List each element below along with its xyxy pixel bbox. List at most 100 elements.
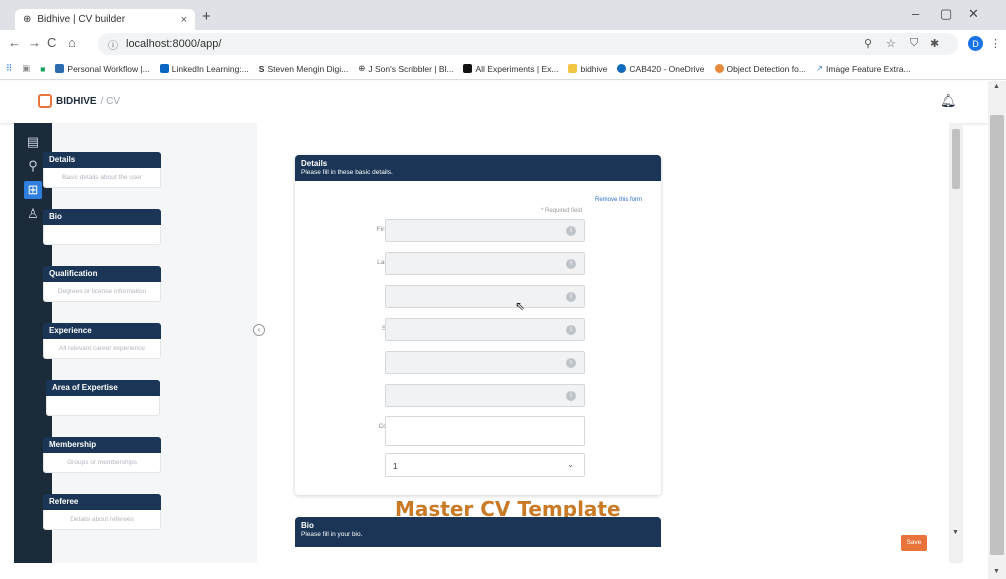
last-name-input[interactable]: i [385,252,585,275]
bookmark-favicon [159,64,169,73]
globe-icon: ⊕ [23,14,32,25]
main-canvas: Details Please fill in these basic detai… [257,123,949,563]
bookmark-icon-2[interactable]: ■ [40,64,45,74]
section-title: Referee [43,494,161,510]
section-title: Details [43,152,161,168]
bookmark-favicon [463,64,473,73]
section-card-qualification[interactable]: Qualification Degrees or license informa… [43,266,161,302]
section-desc: Details about referees [43,510,161,530]
info-icon: i [566,391,576,401]
bookmark-icon-1[interactable]: ▣ [22,63,30,74]
section-card-expertise[interactable]: Area of Expertise [46,380,160,416]
user-icon[interactable]: ♙ [24,205,42,223]
cloud-icon [617,64,627,73]
zoom-icon[interactable]: ⚲ [864,37,872,50]
bookmark-favicon: S [258,63,265,74]
info-icon: i [566,259,576,269]
puzzle-extension-icon[interactable]: ✱ [930,37,939,50]
section-card-membership[interactable]: Membership Groups or memberships [43,437,161,473]
profile-avatar[interactable]: D [968,36,983,51]
app-header: BIDHIVE / CV 🔔︎ [0,81,988,123]
amount-select[interactable]: 1 ⌄ [385,453,585,477]
section-title: Bio [43,209,161,225]
tab-title: Bidhive | CV builder [37,14,126,25]
minimize-button[interactable]: – [912,6,919,21]
browser-toolbar: ← → C ⌂ ⓘ localhost:8000/app/ ⚲ ☆ ⛉ ✱ ⋮ [0,30,1006,58]
collapse-panel-button[interactable]: ‹ [253,324,265,336]
bookmarks-bar: ⠿ ▣ ■ Personal Workflow |... LinkedIn Le… [0,58,1006,80]
star-icon[interactable]: ☆ [886,37,896,50]
section-card-experience[interactable]: Experience All relevant career experienc… [43,323,161,359]
info-icon: i [566,358,576,368]
back-arrow-icon[interactable]: ← [8,35,21,50]
comments-textarea[interactable] [385,416,585,446]
start-date-input[interactable]: i [385,318,585,341]
bookmark-favicon [55,64,65,73]
chart-icon: ↗ [815,63,824,73]
globe-icon: ⊕ [358,63,366,73]
inner-scrollbar[interactable] [949,123,963,563]
menu-dots-icon[interactable]: ⋮ [990,37,1001,50]
mouse-cursor-icon: ⇖ [515,299,526,313]
details-form-card: Details Please fill in these basic detai… [295,155,661,495]
section-card-bio[interactable]: Bio [43,209,161,245]
bookmark-item[interactable]: CAB420 - OneDrive [617,64,705,74]
layout-icon[interactable]: ⊞ [24,181,42,199]
brand-logo[interactable]: BIDHIVE / CV [38,94,120,108]
role-input[interactable]: i [385,285,585,308]
bookmark-item[interactable]: LinkedIn Learning:... [159,64,249,74]
bookmark-item[interactable]: All Experiments | Ex... [463,64,558,74]
home-icon[interactable]: ⌂ [68,35,76,50]
remove-form-link[interactable]: Remove this form [595,197,642,203]
address-bar[interactable]: ⓘ localhost:8000/app/ [98,33,958,55]
site-info-icon[interactable]: ⓘ [108,37,118,52]
form-subtitle: Please fill in your bio. [301,531,363,538]
close-tab-icon[interactable]: × [181,14,187,26]
forward-arrow-icon[interactable]: → [28,35,41,50]
page-scroll-up-icon[interactable]: ▲ [993,83,1000,90]
url-text[interactable]: localhost:8000/app/ [126,38,221,50]
phone-input[interactable]: i [385,384,585,407]
form-title: Details [301,159,328,168]
section-desc [46,396,160,416]
section-desc: Basic details about the user [43,168,161,188]
browser-tab[interactable]: ⊕ Bidhive | CV builder × [15,9,195,30]
first-name-input[interactable]: i [385,219,585,242]
bookmark-item[interactable]: ⊕ J Son's Scribbler | Bl... [358,63,453,74]
section-desc: Groups or memberships [43,453,161,473]
section-card-details[interactable]: Details Basic details about the user [43,152,161,188]
search-icon[interactable]: ⚲ [24,157,42,175]
form-subtitle: Please fill in these basic details. [301,169,393,176]
email-input[interactable]: i [385,351,585,374]
new-tab-button[interactable]: + [202,8,211,25]
brand-name: BIDHIVE [56,95,97,107]
page-scroll-down-icon[interactable]: ▼ [993,568,1000,575]
page-scroll-thumb[interactable] [990,115,1004,555]
app-root: BIDHIVE / CV 🔔︎ ▤ ⚲ ⊞ ♙ Details Basic de… [0,81,1006,579]
folder-icon [568,64,578,73]
apps-grid-icon[interactable]: ⠿ [6,63,12,74]
bell-icon[interactable]: 🔔︎ [940,93,957,109]
bidhive-logo-icon [38,94,52,108]
amount-value: 1 [393,462,398,471]
reload-icon[interactable]: C [47,35,56,50]
scroll-down-arrow-icon[interactable]: ▼ [952,529,959,536]
brand-sub: / CV [100,95,121,107]
bookmark-item[interactable]: S Steven Mengin Digi... [259,64,348,74]
bookmark-item[interactable]: ↗ Image Feature Extra... [816,63,911,74]
shield-extension-icon[interactable]: ⛉ [910,37,918,50]
form-header: Details Please fill in these basic detai… [295,155,661,181]
section-card-referee[interactable]: Referee Details about referees [43,494,161,530]
document-icon[interactable]: ▤ [24,133,42,151]
bookmark-item[interactable]: bidhive [568,64,607,74]
save-button[interactable]: Save [901,535,927,551]
section-title: Experience [43,323,161,339]
maximize-button[interactable]: ▢ [940,6,952,22]
close-window-button[interactable]: ✕ [968,6,979,22]
bookmark-item[interactable]: Personal Workflow |... [55,64,150,74]
bookmark-item[interactable]: Object Detection fo... [714,64,806,74]
chevron-down-icon: ⌄ [567,460,574,469]
section-title: Qualification [43,266,161,282]
bio-form-card: Bio Please fill in your bio. [295,517,661,547]
inner-scroll-thumb[interactable] [952,129,960,189]
